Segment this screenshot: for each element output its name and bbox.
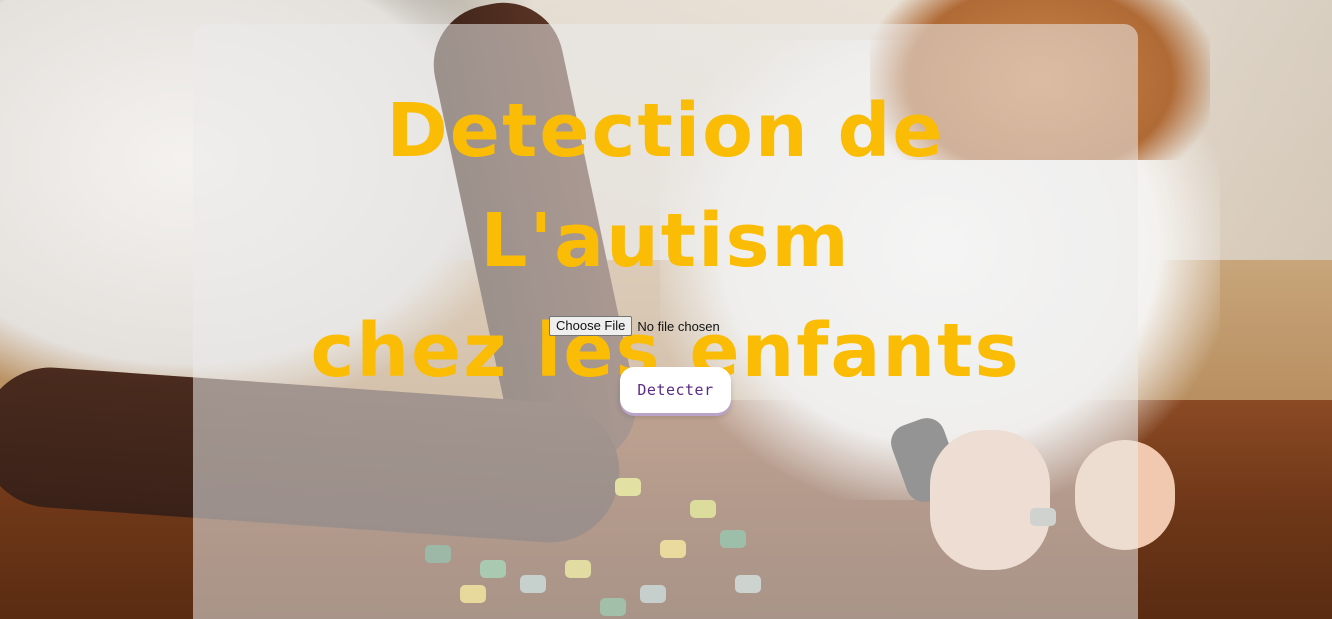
file-upload: Choose File No file chosen [549,316,720,336]
page-title: Detection de L'autism chez les enfants [193,76,1138,406]
file-status-text: No file chosen [637,318,720,334]
choose-file-button[interactable]: Choose File [549,316,633,336]
detect-button[interactable]: Detecter [620,367,731,413]
title-line-1: Detection de L'autism [386,88,945,284]
main-panel: Detection de L'autism chez les enfants C… [193,24,1138,619]
